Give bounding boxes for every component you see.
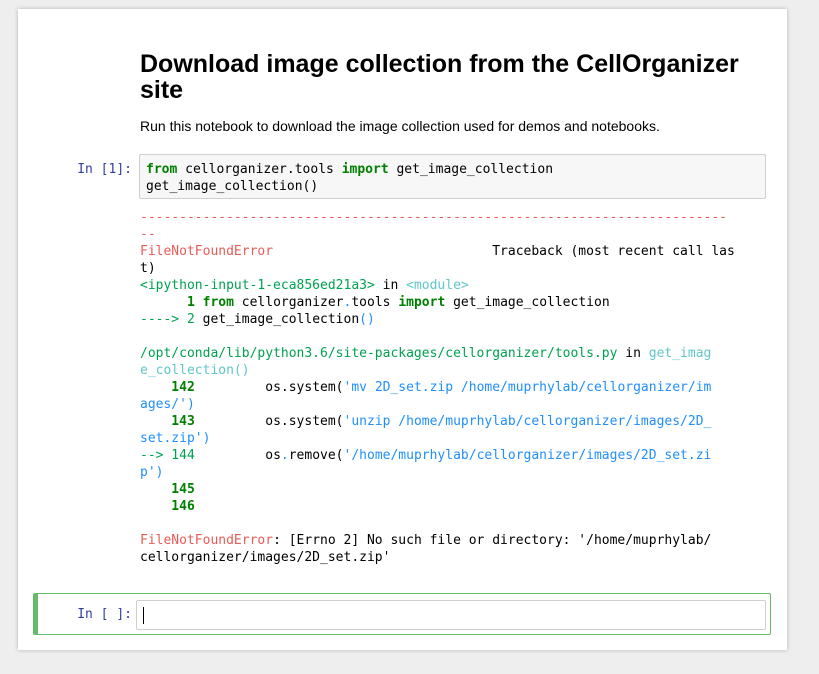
file-path: /opt/conda/lib/python3.6/site-packages/c… bbox=[140, 346, 618, 361]
traceback-dashes: ----------------------------------------… bbox=[140, 210, 727, 225]
code-keyword: from bbox=[202, 295, 234, 310]
notebook-title: Download image collection from the CellO… bbox=[140, 50, 739, 104]
code-keyword: import bbox=[398, 295, 446, 310]
code-text: get_image_collection bbox=[445, 295, 610, 310]
code-string: '/home/muprhylab/cellorganizer/images/2D… bbox=[343, 448, 712, 463]
code-string-wrap: ages/' bbox=[140, 397, 187, 412]
code-text: os bbox=[194, 448, 281, 463]
in-word: in bbox=[617, 346, 649, 361]
module-ref: <module> bbox=[406, 278, 469, 293]
code-string-wrap: set.zip' bbox=[140, 431, 203, 446]
text-cursor bbox=[143, 607, 144, 624]
notebook-description: Run this notebook to download the image … bbox=[140, 118, 660, 134]
line-number: 142 bbox=[140, 380, 195, 395]
code-dot: . bbox=[280, 448, 289, 463]
traceback-dashes-wrap: -- bbox=[140, 227, 156, 242]
in-word: in bbox=[374, 278, 407, 293]
input-ref: <ipython-input-1-eca856ed21a3> bbox=[140, 278, 375, 293]
code-text: get_image_collection bbox=[202, 312, 360, 327]
line-number: 1 bbox=[140, 295, 203, 310]
code-string: 'mv 2D_set.zip /home/muprhylab/cellorgan… bbox=[343, 380, 712, 395]
final-error-name: FileNotFoundError bbox=[140, 533, 274, 548]
cell2-prompt: In [ ]: bbox=[77, 607, 132, 622]
function-ref: get_imag bbox=[648, 346, 712, 361]
cell1-prompt: In [1]: bbox=[77, 162, 132, 177]
code-text: tools bbox=[351, 295, 399, 310]
code-text: os.system( bbox=[194, 414, 344, 429]
code-text: get_image_collection() bbox=[146, 179, 319, 194]
code-string-wrap: p' bbox=[140, 465, 156, 480]
final-error-message: : [Errno 2] No such file or directory: '… bbox=[273, 533, 712, 548]
cell1-code-input[interactable]: from cellorganizer.tools import get_imag… bbox=[139, 154, 766, 199]
traceback-label-wrap: t) bbox=[140, 261, 156, 276]
traceback-label: Traceback (most recent call las bbox=[273, 244, 735, 259]
code-text: os.system( bbox=[194, 380, 344, 395]
current-line-arrow: ----> 2 bbox=[140, 312, 203, 327]
line-number: 146 bbox=[140, 499, 195, 514]
code-paren: () bbox=[359, 312, 375, 327]
cell2-code-input[interactable] bbox=[136, 600, 766, 630]
code-text: remove( bbox=[288, 448, 344, 463]
notebook-container: Download image collection from the CellO… bbox=[18, 9, 787, 650]
line-number: 143 bbox=[140, 414, 195, 429]
code-paren: ) bbox=[186, 397, 195, 412]
current-line-arrow: --> 144 bbox=[140, 448, 195, 463]
final-error-message-wrap: cellorganizer/images/2D_set.zip' bbox=[140, 550, 391, 565]
code-text: get_image_collection bbox=[388, 162, 554, 177]
cell1-output-traceback: ----------------------------------------… bbox=[140, 209, 770, 566]
code-keyword: import bbox=[341, 162, 389, 177]
error-name: FileNotFoundError bbox=[140, 244, 274, 259]
code-paren: ) bbox=[202, 431, 211, 446]
markdown-cell[interactable]: Download image collection from the CellO… bbox=[140, 51, 760, 135]
code-paren: ) bbox=[155, 465, 164, 480]
code-text: cellorganizer bbox=[233, 295, 344, 310]
code-keyword: from bbox=[146, 162, 178, 177]
code-string: 'unzip /home/muprhylab/cellorganizer/ima… bbox=[343, 414, 712, 429]
line-number: 145 bbox=[140, 482, 195, 497]
code-text: cellorganizer.tools bbox=[177, 162, 342, 177]
function-ref-wrap: e_collection() bbox=[140, 363, 250, 378]
